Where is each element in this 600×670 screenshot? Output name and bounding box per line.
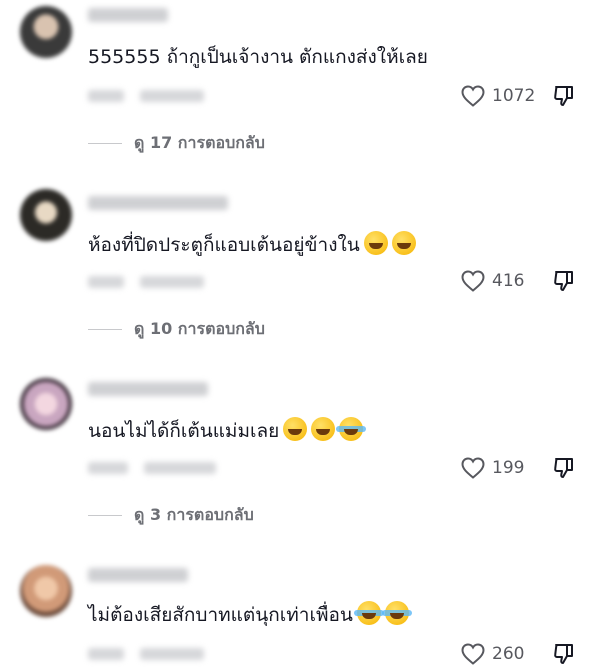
tears-of-joy-emoji-icon (381, 601, 412, 625)
like-button[interactable]: 1072 (460, 84, 535, 108)
heart-outline-icon (461, 457, 485, 479)
view-replies-button[interactable]: ดู 17 การตอบกลับ (88, 131, 265, 156)
comment-text: ห้องที่ปิดประตูก็แอบเต้นอยู่ข้างใน (88, 231, 416, 258)
dislike-button[interactable] (552, 456, 576, 480)
dislike-button[interactable] (552, 84, 576, 108)
comment-meta-blurred (88, 462, 216, 476)
replies-divider (88, 515, 122, 516)
heart-outline-icon (461, 643, 485, 665)
view-replies-label: ดู 3 การตอบกลับ (134, 505, 254, 524)
tears-of-joy-emoji-icon (353, 601, 384, 625)
comment-meta-blurred (88, 90, 204, 104)
username-blurred[interactable] (88, 568, 188, 582)
avatar[interactable] (20, 6, 72, 58)
dislike-button[interactable] (552, 642, 576, 666)
comment-text-content: ห้องที่ปิดประตูก็แอบเต้นอยู่ข้างใน (88, 234, 360, 256)
like-button[interactable]: 260 (460, 642, 524, 666)
avatar[interactable] (20, 189, 72, 241)
thumbs-down-icon (554, 458, 573, 478)
tears-of-joy-emoji-icon (336, 417, 367, 441)
grinning-sweat-emoji-icon (283, 417, 308, 441)
like-button[interactable]: 416 (460, 269, 524, 293)
comment-text-content: ไม่ต้องเสียสักบาทแต่นุกเท่าเพื่อน (88, 604, 353, 626)
replies-divider (88, 329, 122, 330)
comment-text: 555555 ถ้ากูเป็นเจ้างาน ตักแกงส่งให้เลย (88, 46, 428, 68)
view-replies-label: ดู 10 การตอบกลับ (134, 319, 265, 338)
comment-text: ไม่ต้องเสียสักบาทแต่นุกเท่าเพื่อน (88, 601, 412, 628)
avatar[interactable] (20, 378, 72, 430)
comment-text-content: นอนไม่ได้ก็เต้นแม่มเลย (88, 420, 280, 442)
heart-outline-icon (461, 270, 485, 292)
thumbs-down-icon (554, 86, 573, 106)
like-button[interactable]: 199 (460, 456, 524, 480)
avatar[interactable] (20, 565, 72, 617)
grinning-squint-emoji-icon (363, 231, 388, 255)
heart-outline-icon (461, 85, 485, 107)
like-count: 416 (492, 271, 525, 291)
grinning-sweat-emoji-icon (311, 417, 336, 441)
view-replies-button[interactable]: ดู 10 การตอบกลับ (88, 317, 265, 342)
grinning-squint-emoji-icon (391, 231, 416, 255)
comment-text: นอนไม่ได้ก็เต้นแม่มเลย (88, 417, 367, 444)
comment-meta-blurred (88, 648, 204, 662)
view-replies-label: ดู 17 การตอบกลับ (134, 133, 265, 152)
username-blurred[interactable] (88, 196, 228, 210)
like-count: 1072 (492, 86, 536, 106)
dislike-button[interactable] (552, 269, 576, 293)
view-replies-button[interactable]: ดู 3 การตอบกลับ (88, 503, 254, 528)
like-count: 260 (492, 644, 525, 664)
username-blurred[interactable] (88, 382, 208, 396)
thumbs-down-icon (554, 644, 573, 664)
comment-meta-blurred (88, 276, 204, 290)
like-count: 199 (492, 458, 525, 478)
username-blurred[interactable] (88, 8, 168, 22)
thumbs-down-icon (554, 271, 573, 291)
replies-divider (88, 143, 122, 144)
